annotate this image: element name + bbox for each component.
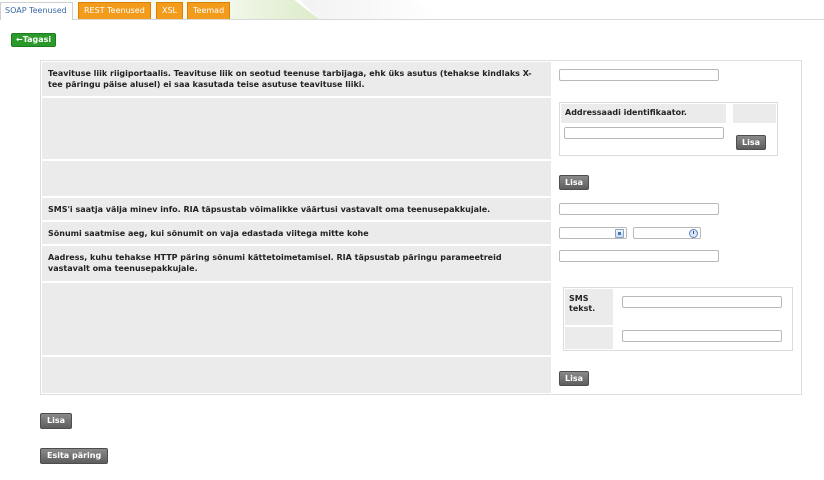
- tab-xsl[interactable]: XSL: [156, 2, 184, 19]
- addressee-header-spacer: [733, 104, 776, 123]
- http-address-input[interactable]: [559, 250, 719, 262]
- tab-bar-divider: [0, 19, 824, 20]
- form-row-send-time: Sõnumi saatmise aeg, kui sõnumit on vaja…: [41, 222, 801, 244]
- sms-text-header-spacer: [565, 327, 613, 349]
- send-time-cell: [554, 222, 800, 244]
- form-row-notification-type: Teavituse liik riigiportaalis. Teavituse…: [41, 62, 801, 96]
- addressee-label-cell: [42, 98, 551, 159]
- notification-type-input[interactable]: [559, 69, 719, 81]
- sms-text-cell: SMS tekst.: [554, 283, 800, 355]
- add-sms-text-button[interactable]: Lisa: [559, 371, 589, 386]
- add-row-label-cell: [42, 161, 551, 196]
- sms-text-header: SMS tekst.: [569, 294, 596, 313]
- add-sms-label-cell: [42, 357, 551, 393]
- request-form: Teavituse liik riigiportaalis. Teavituse…: [40, 60, 802, 395]
- form-row-sms-text: SMS tekst.: [41, 283, 801, 355]
- addressee-header: Addressaadi identifikaator.: [565, 108, 687, 117]
- send-time-label: Sõnumi saatmise aeg, kui sõnumit on vaja…: [42, 222, 551, 244]
- http-address-label: Aadress, kuhu tehakse HTTP päring sõnumi…: [42, 246, 551, 281]
- addressee-input[interactable]: [564, 127, 724, 139]
- sms-text-input-1[interactable]: [622, 296, 782, 308]
- sms-text-table: SMS tekst.: [563, 287, 793, 351]
- tab-topics[interactable]: Teemad: [187, 2, 231, 19]
- add-button[interactable]: Lisa: [40, 413, 72, 429]
- calendar-icon[interactable]: [615, 229, 624, 238]
- tab-rest-services[interactable]: REST Teenused: [78, 2, 151, 19]
- sms-text-input-2[interactable]: [622, 330, 782, 342]
- notification-type-cell: [554, 62, 800, 96]
- add-addressee-row-button[interactable]: Lisa: [559, 175, 589, 190]
- tab-soap-services[interactable]: SOAP Teenused: [0, 2, 73, 20]
- add-row-cell: Lisa: [554, 161, 800, 196]
- sms-sender-cell: [554, 198, 800, 220]
- form-row-add: Lisa: [41, 161, 801, 196]
- addressee-header-cell: Addressaadi identifikaator.: [561, 104, 726, 123]
- sms-text-label-cell: [42, 283, 551, 355]
- sms-sender-input[interactable]: [559, 203, 719, 215]
- form-row-add-sms: Lisa: [41, 357, 801, 393]
- clock-icon[interactable]: [689, 229, 698, 238]
- notification-type-label: Teavituse liik riigiportaalis. Teavituse…: [42, 62, 551, 96]
- form-row-addressee: Addressaadi identifikaator. Lisa: [41, 98, 801, 159]
- back-button[interactable]: ←Tagasi: [11, 33, 57, 47]
- sms-text-header-cell: SMS tekst.: [565, 289, 613, 325]
- addressee-cell: Addressaadi identifikaator. Lisa: [554, 98, 800, 159]
- sms-sender-label: SMS'i saatja välja minev info. RIA täpsu…: [42, 198, 551, 220]
- submit-request-button[interactable]: Esita päring: [40, 448, 109, 464]
- add-sms-cell: Lisa: [554, 357, 800, 393]
- http-address-cell: [554, 246, 800, 281]
- tab-bar: SOAP Teenused REST Teenused XSL Teemad: [0, 0, 824, 21]
- form-row-http-address: Aadress, kuhu tehakse HTTP päring sõnumi…: [41, 246, 801, 281]
- addressee-table: Addressaadi identifikaator. Lisa: [559, 102, 778, 156]
- form-row-sms-sender: SMS'i saatja välja minev info. RIA täpsu…: [41, 198, 801, 220]
- addressee-add-button[interactable]: Lisa: [736, 135, 766, 150]
